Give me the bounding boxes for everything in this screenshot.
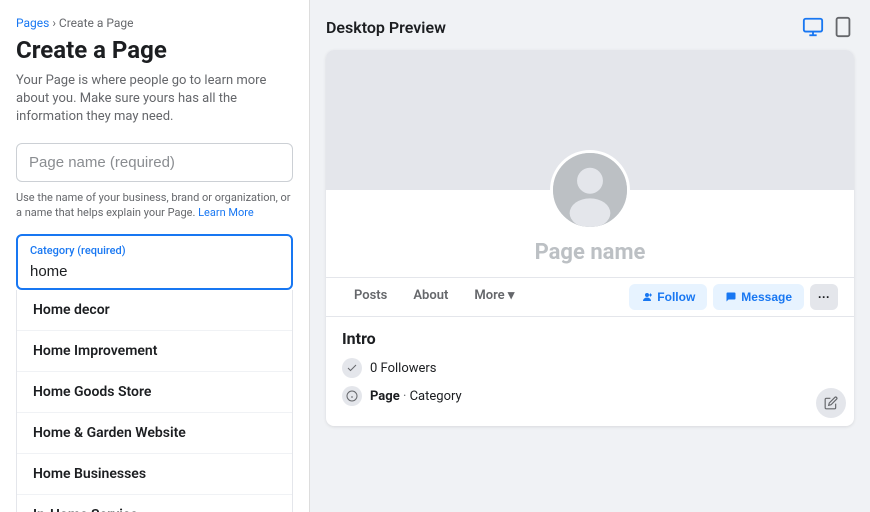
message-icon [725, 291, 737, 303]
desktop-icon[interactable] [802, 16, 824, 38]
fb-page-card: Page name Posts About More ▾ [326, 50, 854, 426]
left-panel: Pages › Create a Page Create a Page Your… [0, 0, 310, 512]
dropdown-item-3[interactable]: Home & Garden Website [17, 413, 292, 454]
dropdown-item-4[interactable]: Home Businesses [17, 454, 292, 495]
fb-page-name: Page name [342, 240, 838, 265]
edit-icon-button[interactable] [816, 388, 846, 418]
category-label: Category (required) [30, 244, 279, 257]
mobile-icon[interactable] [832, 16, 854, 38]
cover-area [326, 50, 854, 190]
dropdown-item-5[interactable]: In-Home Service [17, 495, 292, 512]
page-category-text: Page · Category [370, 389, 462, 404]
input-hint: Use the name of your business, brand or … [16, 190, 293, 221]
page-title: Create a Page [16, 36, 293, 64]
page-description: Your Page is where people go to learn mo… [16, 72, 293, 127]
breadcrumb-separator: › [52, 16, 56, 30]
breadcrumb: Pages › Create a Page [16, 16, 293, 30]
preview-icons [802, 16, 854, 38]
fb-nav-right: Follow Message ··· [629, 284, 838, 310]
fb-page-preview: Page name Posts About More ▾ [326, 50, 854, 426]
intro-followers-row: 0 Followers [342, 358, 838, 378]
nav-item-more[interactable]: More ▾ [462, 278, 526, 316]
nav-item-about[interactable]: About [401, 278, 460, 316]
edit-icon [824, 396, 838, 410]
preview-title: Desktop Preview [326, 18, 446, 37]
profile-pic [550, 150, 630, 230]
preview-header: Desktop Preview [326, 16, 854, 38]
breadcrumb-current: Create a Page [59, 16, 134, 30]
category-wrapper: Category (required) [16, 234, 293, 290]
followers-icon [342, 358, 362, 378]
category-input[interactable] [30, 263, 279, 280]
dropdown-item-2[interactable]: Home Goods Store [17, 372, 292, 413]
more-chevron-icon: ▾ [508, 288, 515, 303]
message-button[interactable]: Message [713, 284, 804, 310]
intro-category-row: Page · Category [342, 386, 838, 406]
learn-more-link[interactable]: Learn More [198, 206, 254, 219]
page-name-input[interactable] [16, 143, 293, 182]
more-button[interactable]: ··· [810, 284, 838, 310]
follow-label: Follow [657, 290, 695, 304]
nav-item-posts[interactable]: Posts [342, 278, 399, 316]
dropdown-item-1[interactable]: Home Improvement [17, 331, 292, 372]
info-icon [342, 386, 362, 406]
intro-title: Intro [342, 329, 838, 348]
breadcrumb-pages-link[interactable]: Pages [16, 16, 49, 30]
dropdown-item-0[interactable]: Home decor [17, 290, 292, 331]
message-label: Message [741, 290, 792, 304]
right-panel: Desktop Preview [310, 0, 870, 512]
follow-icon [641, 291, 653, 303]
followers-count: 0 Followers [370, 361, 437, 376]
follow-button[interactable]: Follow [629, 284, 707, 310]
category-dropdown: Home decor Home Improvement Home Goods S… [16, 290, 293, 512]
fb-nav-left: Posts About More ▾ [342, 278, 526, 316]
fb-nav: Posts About More ▾ [326, 277, 854, 317]
intro-section: Intro 0 Followers [326, 317, 854, 426]
